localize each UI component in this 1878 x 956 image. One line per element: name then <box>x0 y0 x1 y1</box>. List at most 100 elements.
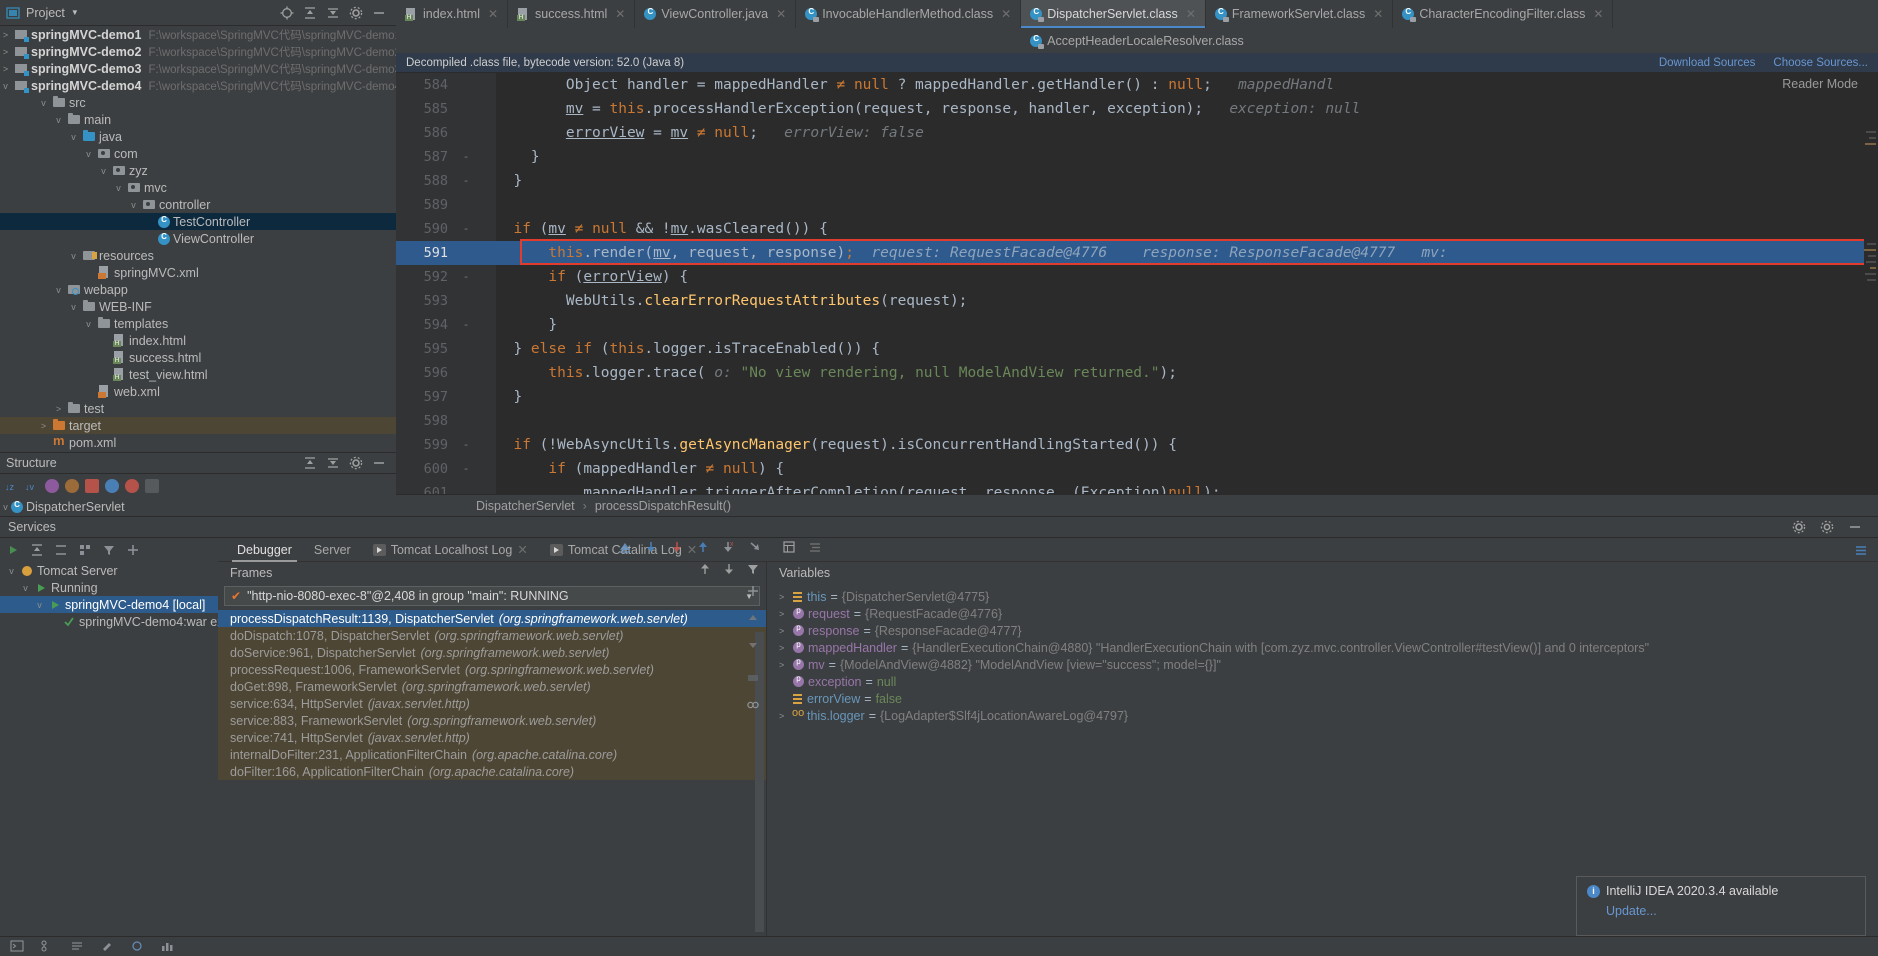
project-tree-item-selected[interactable]: TestController <box>0 213 396 230</box>
project-tree-item[interactable]: v src <box>0 94 396 111</box>
chevron-down-icon[interactable]: v <box>68 302 79 312</box>
stack-frame[interactable]: internalDoFilter:231, ApplicationFilterC… <box>218 746 766 763</box>
project-tree-module-row[interactable]: v springMVC-demo4 F:\workspace\SpringMVC代码… <box>0 77 396 94</box>
stack-frame[interactable]: doDispatch:1078, DispatcherServlet (org.s… <box>218 627 766 644</box>
debugger-tab[interactable]: Server <box>303 538 362 562</box>
chevron-right-icon[interactable]: > <box>0 64 11 74</box>
breadcrumb-item-class[interactable]: DispatcherServlet <box>476 499 575 513</box>
chevron-right-icon[interactable]: > <box>0 47 11 57</box>
editor-tab-bar[interactable]: index.html✕success.html✕ViewController.j… <box>396 0 1878 28</box>
show-execution-point-icon[interactable] <box>618 540 632 554</box>
fold-marker-icon[interactable]: - <box>460 433 472 457</box>
group-icon[interactable] <box>78 543 92 557</box>
sort-alpha-icon[interactable]: ↓z <box>5 479 19 493</box>
code-line[interactable]: 586 errorView = mv ≠ null; errorView: fa… <box>396 121 1878 145</box>
chevron-down-icon[interactable]: v <box>83 149 94 159</box>
project-tree-item[interactable]: v webapp <box>0 281 396 298</box>
project-tree-module-row[interactable]: > springMVC-demo2 F:\workspace\SpringMVC代码… <box>0 43 396 60</box>
infinity-icon[interactable] <box>746 698 760 712</box>
show-properties-icon[interactable] <box>65 479 79 493</box>
chevron-right-icon[interactable]: > <box>53 404 64 414</box>
project-tree-item[interactable]: index.html <box>0 332 396 349</box>
project-tree-item[interactable]: test_view.html <box>0 366 396 383</box>
project-tree-item[interactable]: success.html <box>0 349 396 366</box>
project-tree-item[interactable]: v zyz <box>0 162 396 179</box>
list-view-icon[interactable] <box>1854 543 1868 557</box>
code-line[interactable]: 599- if (!WebAsyncUtils.getAsyncManager(… <box>396 433 1878 457</box>
close-icon[interactable]: ✕ <box>615 7 625 21</box>
step-into-icon[interactable] <box>670 540 684 554</box>
thread-selector[interactable]: ✔ "http-nio-8080-exec-8"@2,408 in group … <box>224 586 760 606</box>
collapse-all-icon[interactable] <box>326 456 340 470</box>
services-tree-item[interactable]: v Tomcat Server <box>0 562 218 579</box>
variable-row[interactable]: > this.logger= {LogAdapter$Slf4jLocationAw… <box>767 707 1878 724</box>
evaluate-expression-icon[interactable] <box>782 540 796 554</box>
services-tree-item[interactable]: springMVC-demo4:war exploded <box>0 613 261 630</box>
scroll-down-icon[interactable] <box>746 638 760 652</box>
fold-marker-icon[interactable]: - <box>460 145 472 169</box>
choose-sources-link[interactable]: Choose Sources... <box>1773 57 1868 69</box>
update-link[interactable]: Update... <box>1606 904 1657 918</box>
hide-panel-icon[interactable] <box>372 6 386 20</box>
fold-marker-icon[interactable]: - <box>460 313 472 337</box>
frames-side-toolbar[interactable] <box>746 584 760 712</box>
code-line[interactable]: 590- if (mv ≠ null && !mv.wasCleared()) … <box>396 217 1878 241</box>
stack-frame[interactable]: service:883, FrameworkServlet (org.spring… <box>218 712 766 729</box>
project-tree-module-row[interactable]: > springMVC-demo1 F:\workspace\SpringMVC代码… <box>0 26 396 43</box>
code-line-current[interactable]: 591 this.render(mv, request, response); … <box>396 241 1878 265</box>
editor-tab[interactable]: success.html ✕ <box>508 0 636 28</box>
expand-tree-icon[interactable] <box>145 479 159 493</box>
code-line[interactable]: 601 mappedHandler.triggerAfterCompletion… <box>396 481 1878 494</box>
editor-tab-active[interactable]: DispatcherServlet.class ✕ <box>1021 0 1206 28</box>
collapse-all-icon[interactable] <box>54 543 68 557</box>
chevron-right-icon[interactable]: > <box>779 643 789 653</box>
layout-settings-icon[interactable] <box>808 540 822 554</box>
show-fields-icon[interactable] <box>45 479 59 493</box>
chevron-down-icon[interactable]: v <box>98 166 109 176</box>
project-tree-item[interactable]: > target <box>0 417 396 434</box>
code-line[interactable]: 585 mv = this.processHandlerException(re… <box>396 97 1878 121</box>
hide-panel-icon[interactable] <box>1848 520 1862 534</box>
stack-frame[interactable]: processRequest:1006, FrameworkServlet (or… <box>218 661 766 678</box>
structure-root-row[interactable]: v DispatcherServlet <box>0 498 396 515</box>
variable-row[interactable]: > mv={ModelAndView@4882} "ModelAndView [v… <box>767 656 1878 673</box>
variable-row[interactable]: > mappedHandler={HandlerExecutionChain@48… <box>767 639 1878 656</box>
chevron-down-icon[interactable]: v <box>53 285 64 295</box>
chevron-down-icon[interactable]: v <box>83 319 94 329</box>
chevron-right-icon[interactable]: > <box>779 592 789 602</box>
run-to-cursor-icon[interactable] <box>748 540 762 554</box>
filter-icon[interactable] <box>102 543 116 557</box>
mute-icon[interactable] <box>746 671 760 685</box>
hide-panel-icon[interactable] <box>372 456 386 470</box>
code-line[interactable]: 589 <box>396 193 1878 217</box>
code-line[interactable]: 598 <box>396 409 1878 433</box>
reader-mode-label[interactable]: Reader Mode <box>1782 77 1858 91</box>
update-notification-popup[interactable]: i IntelliJ IDEA 2020.3.4 available Updat… <box>1576 876 1866 936</box>
debugger-tab-active[interactable]: Debugger <box>226 538 303 562</box>
code-line[interactable]: 587- } <box>396 145 1878 169</box>
project-tree-item[interactable]: ViewController <box>0 230 396 247</box>
stack-frame[interactable]: service:741, HttpServlet (javax.servlet.h… <box>218 729 766 746</box>
gear-icon[interactable] <box>1792 520 1806 534</box>
chevron-right-icon[interactable]: > <box>779 711 789 721</box>
close-icon[interactable]: ✕ <box>1186 7 1196 21</box>
code-line[interactable]: 592- if (errorView) { <box>396 265 1878 289</box>
project-tree-item[interactable]: v main <box>0 111 396 128</box>
profiler-icon[interactable] <box>160 940 174 954</box>
services-tree-item-selected[interactable]: v springMVC-demo4 [local] <box>0 596 218 613</box>
frames-list[interactable]: processDispatchResult:1139, DispatcherSe… <box>218 610 766 780</box>
chevron-down-icon[interactable]: ▼ <box>71 8 79 17</box>
chevron-right-icon[interactable]: > <box>38 421 49 431</box>
show-inherited-icon[interactable] <box>85 479 99 493</box>
project-tree[interactable]: > springMVC-demo1 F:\workspace\SpringMVC代码… <box>0 26 396 451</box>
chevron-right-icon[interactable]: > <box>779 609 789 619</box>
scroll-up-icon[interactable] <box>746 611 760 625</box>
editor-tab[interactable]: ViewController.java ✕ <box>635 0 797 28</box>
collapse-tree-icon[interactable] <box>165 479 179 493</box>
variable-row[interactable]: > request={RequestFacade@4776} <box>767 605 1878 622</box>
stack-frame[interactable]: doFilter:166, ApplicationFilterChain (org… <box>218 763 766 780</box>
variable-row[interactable]: errorView = false <box>767 690 1878 707</box>
project-tree-item[interactable]: springMVC.xml <box>0 264 396 281</box>
chevron-down-icon[interactable]: v <box>20 583 31 593</box>
debugger-tab[interactable]: Tomcat Localhost Log ✕ <box>362 538 539 562</box>
